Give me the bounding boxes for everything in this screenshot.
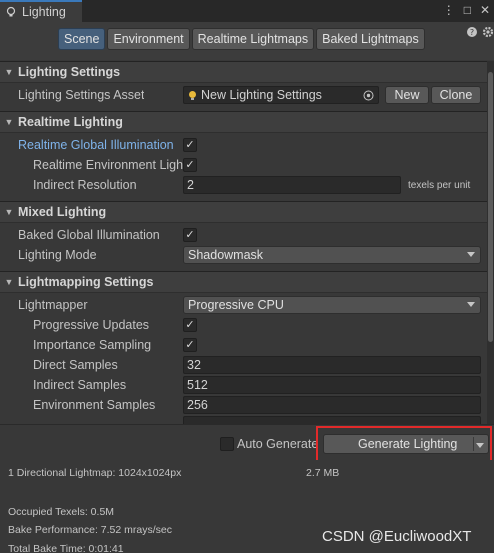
tab-scene[interactable]: Scene	[58, 28, 106, 50]
importance-sampling-checkbox[interactable]: ✓	[183, 338, 197, 352]
direct-samples-row: Direct Samples 32	[0, 355, 487, 375]
field-label: Lighting Mode	[18, 248, 97, 262]
dropdown-arrow-icon	[467, 252, 475, 257]
section-title: Lightmapping Settings	[18, 275, 154, 289]
auto-generate-checkbox[interactable]	[220, 437, 234, 451]
progressive-updates-row: Progressive Updates ✓	[0, 315, 487, 335]
dropdown-value: Shadowmask	[188, 248, 264, 262]
lighting-settings-header[interactable]: ▼ Lighting Settings	[0, 61, 487, 83]
settings-content: ▼ Lighting Settings Lighting Settings As…	[0, 61, 487, 424]
tab-baked-lightmaps[interactable]: Baked Lightmaps	[316, 28, 425, 50]
realtime-gi-checkbox[interactable]: ✓	[183, 138, 197, 152]
mixed-lighting-header[interactable]: ▼ Mixed Lighting	[0, 201, 487, 223]
dropdown-value: Progressive CPU	[188, 298, 284, 312]
baked-gi-checkbox[interactable]: ✓	[183, 228, 197, 242]
progressive-updates-checkbox[interactable]: ✓	[183, 318, 197, 332]
object-picker-icon[interactable]	[363, 90, 374, 101]
asset-name: New Lighting Settings	[201, 88, 322, 102]
svg-text:?: ?	[470, 28, 474, 37]
settings-icon[interactable]	[482, 26, 494, 38]
clone-button[interactable]: Clone	[431, 86, 481, 104]
importance-sampling-row: Importance Sampling ✓	[0, 335, 487, 355]
highlight-box	[316, 426, 492, 462]
realtime-env-lighting-row: Realtime Environment Ligh ✓	[0, 155, 487, 175]
baked-gi-row: Baked Global Illumination ✓	[0, 225, 487, 245]
field-label: Environment Samples	[33, 398, 156, 412]
watermark: CSDN @EucliwoodXT	[322, 528, 472, 545]
lightmap-size-stat: 2.7 MB	[306, 467, 340, 479]
section-title: Mixed Lighting	[18, 205, 107, 219]
foldout-arrow-icon: ▼	[4, 117, 14, 127]
lightmapper-row: Lightmapper Progressive CPU	[0, 295, 487, 315]
field-label: Indirect Resolution	[33, 178, 137, 192]
lighting-mode-dropdown[interactable]: Shadowmask	[183, 246, 481, 264]
more-options-icon[interactable]: ⋮	[443, 3, 455, 17]
auto-generate-label: Auto Generate	[237, 437, 319, 451]
environment-samples-row: Environment Samples 256	[0, 395, 487, 415]
field-label: Realtime Global Illumination	[18, 138, 174, 152]
indirect-resolution-input[interactable]: 2	[183, 176, 401, 194]
lighting-settings-asset-row: Lighting Settings Asset New Lighting Set…	[0, 85, 487, 105]
dropdown-arrow-icon	[467, 302, 475, 307]
lighting-window-tab[interactable]: Lighting	[0, 0, 82, 22]
indirect-samples-input[interactable]: 512	[183, 376, 481, 394]
field-label: Lighting Settings Asset	[18, 88, 145, 102]
lighting-settings-asset-field[interactable]: New Lighting Settings	[183, 86, 379, 104]
window-title: Lighting	[22, 5, 66, 19]
field-label: Direct Samples	[33, 358, 118, 372]
field-label: Importance Sampling	[33, 338, 152, 352]
scrollbar-thumb[interactable]	[488, 72, 493, 342]
lightmapper-dropdown[interactable]: Progressive CPU	[183, 296, 481, 314]
indirect-resolution-row: Indirect Resolution 2 texels per unit	[0, 175, 487, 195]
clipped-row	[0, 415, 487, 424]
close-icon[interactable]: ✕	[480, 3, 490, 17]
lighting-tabs: Scene Environment Realtime Lightmaps Bak…	[58, 28, 425, 50]
section-title: Lighting Settings	[18, 65, 121, 79]
help-icon[interactable]: ?	[466, 26, 478, 38]
unit-label: texels per unit	[408, 179, 471, 191]
maximize-icon[interactable]: □	[464, 3, 471, 17]
window-tab-bar: Lighting ⋮ □ ✕	[0, 0, 494, 22]
section-title: Realtime Lighting	[18, 115, 123, 129]
lighting-mode-row: Lighting Mode Shadowmask	[0, 245, 487, 265]
toolbar-side-icons: ?	[466, 26, 494, 38]
tab-environment[interactable]: Environment	[107, 28, 190, 50]
foldout-arrow-icon: ▼	[4, 277, 14, 287]
window-controls: ⋮ □ ✕	[443, 3, 490, 17]
realtime-env-lighting-checkbox[interactable]: ✓	[183, 158, 197, 172]
environment-samples-input[interactable]: 256	[183, 396, 481, 414]
direct-samples-input[interactable]: 32	[183, 356, 481, 374]
field-label: Indirect Samples	[33, 378, 127, 392]
clipped-input[interactable]	[183, 416, 481, 424]
bake-performance-stat: Bake Performance: 7.52 mrays/sec	[8, 524, 172, 536]
field-label: Baked Global Illumination	[18, 228, 160, 242]
realtime-lighting-header[interactable]: ▼ Realtime Lighting	[0, 111, 487, 133]
tab-realtime-lightmaps[interactable]: Realtime Lightmaps	[191, 28, 315, 50]
occupied-texels-stat: Occupied Texels: 0.5M	[8, 506, 115, 518]
new-button[interactable]: New	[385, 86, 429, 104]
field-label: Lightmapper	[18, 298, 88, 312]
lightmapping-settings-header[interactable]: ▼ Lightmapping Settings	[0, 271, 487, 293]
realtime-gi-row: Realtime Global Illumination ✓	[0, 135, 487, 155]
indirect-samples-row: Indirect Samples 512	[0, 375, 487, 395]
foldout-arrow-icon: ▼	[4, 207, 14, 217]
total-bake-time-stat: Total Bake Time: 0:01:41	[8, 543, 124, 553]
lightbulb-icon	[6, 6, 16, 17]
foldout-arrow-icon: ▼	[4, 67, 14, 77]
field-label: Realtime Environment Ligh	[33, 158, 183, 172]
lighting-asset-icon	[189, 90, 196, 100]
field-label: Progressive Updates	[33, 318, 150, 332]
lightmap-stat: 1 Directional Lightmap: 1024x1024px	[8, 467, 182, 479]
